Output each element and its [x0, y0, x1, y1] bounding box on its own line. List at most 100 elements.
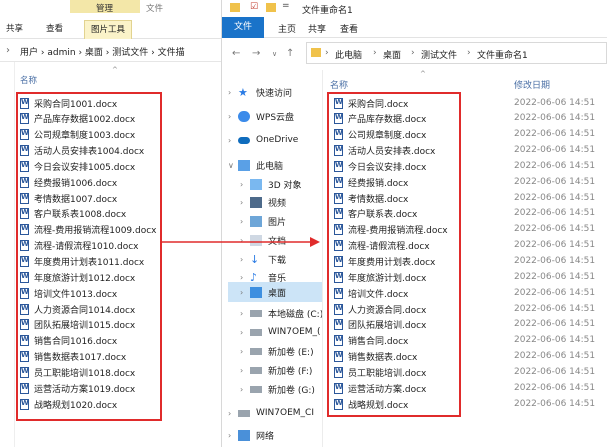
sidebar-item-drive-c[interactable]: › 本地磁盘 (C:) — [240, 303, 323, 323]
crumb-current-folder[interactable]: 文件重命名1 — [477, 48, 528, 61]
back-arrow-icon[interactable]: ← — [232, 48, 240, 59]
list-item[interactable]: 流程-请假流程1010.docx — [20, 238, 139, 253]
crumb-admin[interactable]: admin — [47, 48, 75, 58]
file-menu-button[interactable]: 文件 — [222, 17, 264, 38]
qat-dropdown-icon[interactable]: = — [282, 1, 290, 11]
crumb-users[interactable]: 用户 — [20, 48, 38, 58]
list-item[interactable]: 采购合同.docx — [334, 96, 408, 111]
left-breadcrumb[interactable]: 用户 › admin › 桌面 › 测试文件 › 文件描 — [20, 45, 185, 58]
chevron-down-icon[interactable]: ∨ — [228, 161, 238, 170]
address-bar[interactable]: › 此电脑 › 桌面 › 测试文件 › 文件重命名1 — [306, 42, 607, 64]
sidebar-item-downloads[interactable]: › ↓ 下载 — [240, 249, 286, 269]
chevron-right-icon[interactable]: › — [228, 409, 238, 418]
list-item[interactable]: 考情数据1007.docx — [20, 191, 117, 206]
list-item[interactable]: 员工职能培训.docx — [334, 365, 426, 380]
crumb-desktop[interactable]: 桌面 — [383, 48, 401, 61]
list-item[interactable]: 运营活动方案1019.docx — [20, 381, 135, 396]
forward-arrow-icon[interactable]: → — [252, 48, 260, 59]
sidebar-item-wps-cloud[interactable]: › WPS云盘 — [228, 106, 294, 126]
crumb-current[interactable]: 文件描 — [158, 48, 185, 58]
list-item[interactable]: 采购合同1001.docx — [20, 96, 117, 111]
list-item[interactable]: 员工职能培训1018.docx — [20, 365, 135, 380]
sidebar-item-quick-access[interactable]: › ★ 快速访问 — [228, 82, 292, 102]
chevron-right-icon[interactable]: › — [240, 273, 250, 282]
list-item[interactable]: 公司规章制度.docx — [334, 127, 426, 142]
chevron-right-icon[interactable]: › — [240, 347, 250, 356]
crumb-test-files[interactable]: 测试文件 — [112, 48, 148, 58]
chevron-right-icon[interactable]: › — [228, 88, 238, 97]
list-item[interactable]: 活动人员安排表.docx — [334, 143, 435, 158]
chevron-right-icon[interactable]: › — [228, 136, 238, 145]
list-item[interactable]: 年度旅游计划.docx — [334, 270, 426, 285]
list-item[interactable]: 产品库存数据1002.docx — [20, 111, 135, 126]
chevron-right-icon[interactable]: › — [228, 431, 238, 440]
list-item[interactable]: 培训文件.docx — [334, 286, 408, 301]
up-arrow-icon[interactable]: ↑ — [286, 48, 294, 59]
list-item[interactable]: 团队拓展培训1015.docx — [20, 317, 135, 332]
sidebar-item-drive-e[interactable]: › 新加卷 (E:) — [240, 341, 314, 361]
list-item[interactable]: 考情数据.docx — [334, 191, 408, 206]
crumb-desktop[interactable]: 桌面 — [85, 48, 103, 58]
list-item[interactable]: 人力资源合同.docx — [334, 302, 426, 317]
list-item[interactable]: 团队拓展培训.docx — [334, 317, 426, 332]
chevron-right-icon[interactable]: › — [240, 198, 250, 207]
sidebar-item-desktop[interactable]: › 桌面 — [228, 282, 322, 302]
list-item[interactable]: 经费报销1006.docx — [20, 175, 117, 190]
column-name[interactable]: 名称 — [330, 78, 348, 91]
list-item[interactable]: 运营活动方案.docx — [334, 381, 426, 396]
column-modified-date[interactable]: 修改日期 — [514, 78, 550, 91]
recent-dropdown-icon[interactable]: ∨ — [272, 50, 277, 58]
list-item[interactable]: 流程-请假流程.docx — [334, 238, 430, 253]
list-item[interactable]: 流程-费用报销流程.docx — [334, 222, 448, 237]
properties-icon[interactable]: ☑ — [250, 2, 258, 12]
chevron-right-icon[interactable]: › — [240, 217, 250, 226]
sidebar-item-win7oem[interactable]: › WIN7OEM_( — [240, 322, 321, 342]
list-item[interactable]: 年度费用计划表1011.docx — [20, 254, 144, 269]
list-item[interactable]: 销售数据表1017.docx — [20, 349, 126, 364]
list-item[interactable]: 销售数据表.docx — [334, 349, 417, 364]
chevron-right-icon[interactable]: › — [228, 112, 238, 121]
pane-divider[interactable] — [322, 70, 323, 447]
tab-view[interactable]: 查看 — [340, 22, 358, 35]
list-item[interactable]: 今日会议安排1005.docx — [20, 159, 135, 174]
sidebar-item-win7oem-ci[interactable]: › WIN7OEM_CI — [228, 403, 314, 423]
sidebar-item-3d-objects[interactable]: › 3D 对象 — [240, 174, 302, 194]
list-item[interactable]: 公司规章制度1003.docx — [20, 127, 135, 142]
tab-picture-tools[interactable]: 图片工具 — [84, 20, 133, 39]
sidebar-item-network[interactable]: › 网络 — [228, 425, 274, 445]
chevron-right-icon[interactable]: › — [240, 328, 250, 337]
left-column-name[interactable]: 名称 — [20, 74, 37, 86]
list-item[interactable]: 销售合同1016.docx — [20, 333, 117, 348]
list-item[interactable]: 流程-费用报销流程1009.docx — [20, 222, 157, 237]
sidebar-item-drive-f[interactable]: › 新加卷 (F:) — [240, 360, 312, 380]
chevron-right-icon[interactable]: › — [240, 288, 250, 297]
list-item[interactable]: 人力资源合同1014.docx — [20, 302, 135, 317]
list-item[interactable]: 经费报销.docx — [334, 175, 408, 190]
left-address-bar[interactable]: › 用户 › admin › 桌面 › 测试文件 › 文件描 — [0, 40, 221, 62]
list-item[interactable]: 客户联系表1008.docx — [20, 206, 126, 221]
list-item[interactable]: 年度费用计划表.docx — [334, 254, 435, 269]
list-item[interactable]: 培训文件1013.docx — [20, 286, 117, 301]
list-item[interactable]: 战略规划1020.docx — [20, 397, 117, 412]
list-item[interactable]: 今日会议安排.docx — [334, 159, 426, 174]
list-item[interactable]: 活动人员安排表1004.docx — [20, 143, 144, 158]
chevron-right-icon[interactable]: › — [240, 255, 250, 264]
new-folder-icon[interactable] — [266, 3, 276, 12]
tab-share[interactable]: 共享 — [308, 22, 326, 35]
list-item[interactable]: 战略规划.docx — [334, 397, 408, 412]
list-item[interactable]: 年度旅游计划1012.docx — [20, 270, 135, 285]
list-item[interactable]: 客户联系表.docx — [334, 206, 417, 221]
sidebar-item-drive-g[interactable]: › 新加卷 (G:) — [240, 379, 315, 399]
tab-view[interactable]: 查看 — [46, 22, 63, 34]
tab-home[interactable]: 主页 — [278, 22, 296, 35]
list-item[interactable]: 销售合同.docx — [334, 333, 408, 348]
chevron-right-icon[interactable]: › — [240, 309, 250, 318]
crumb-this-pc[interactable]: 此电脑 — [335, 48, 362, 61]
list-item[interactable]: 产品库存数据.docx — [334, 111, 426, 126]
chevron-right-icon[interactable]: › — [240, 180, 250, 189]
crumb-test-files[interactable]: 测试文件 — [421, 48, 457, 61]
chevron-right-icon[interactable]: › — [240, 366, 250, 375]
sidebar-item-pictures[interactable]: › 图片 — [240, 211, 286, 231]
chevron-right-icon[interactable]: › — [240, 385, 250, 394]
sidebar-item-this-pc[interactable]: ∨ 此电脑 — [228, 155, 283, 175]
